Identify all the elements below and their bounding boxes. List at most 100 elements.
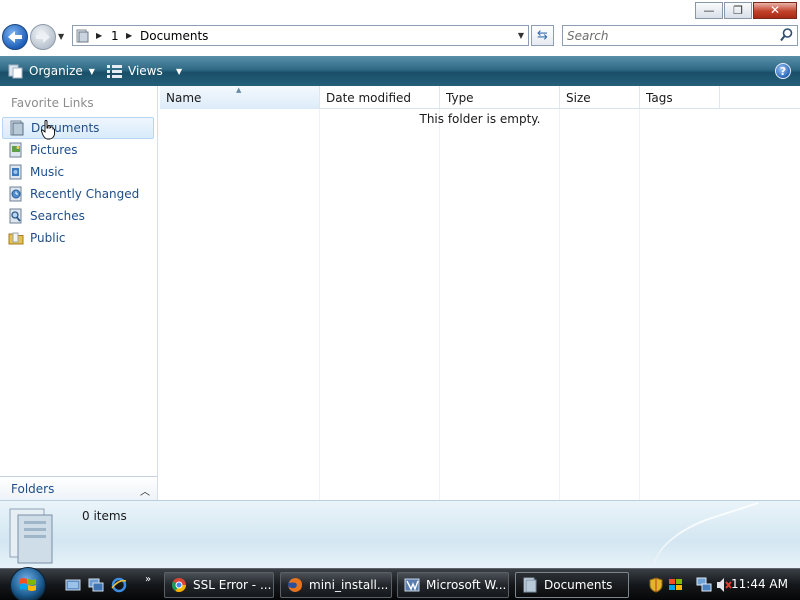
column-divider	[439, 109, 440, 500]
maximize-icon: ❐	[733, 4, 743, 17]
empty-folder-message: This folder is empty.	[419, 112, 541, 126]
taskbar-button-mini-install[interactable]: mini_install...	[280, 572, 392, 598]
nav-item-pictures[interactable]: Pictures	[0, 139, 157, 161]
nav-item-music[interactable]: Music	[0, 161, 157, 183]
hand-cursor-icon	[41, 120, 55, 140]
organize-label: Organize	[29, 64, 83, 78]
column-header-label: Type	[446, 90, 474, 105]
views-button[interactable]: Views	[107, 56, 163, 86]
taskbar-button-label: SSL Error - ...	[193, 578, 272, 592]
taskbar-clock[interactable]: 11:44 AM	[731, 577, 788, 591]
quick-launch-overflow-icon[interactable]: »	[145, 574, 151, 585]
chevron-down-icon: ▼	[176, 66, 183, 76]
chevron-up-icon: ︿	[140, 487, 150, 498]
minimize-button[interactable]: —	[695, 2, 723, 19]
searches-icon	[9, 208, 22, 224]
help-icon: ?	[779, 64, 787, 78]
column-header-size[interactable]: Size	[560, 86, 640, 109]
windows-logo-icon	[20, 578, 36, 591]
minimize-icon: —	[703, 4, 715, 17]
nav-item-label: Recently Changed	[30, 187, 140, 201]
taskbar-button-microsoft-w[interactable]: Microsoft W...	[397, 572, 509, 598]
taskbar-button-label: Microsoft W...	[426, 578, 507, 592]
firefox-icon	[288, 578, 302, 592]
column-header-label: Name	[166, 90, 202, 105]
breadcrumb-1[interactable]: 1	[111, 29, 119, 43]
back-arrow-icon	[8, 31, 22, 43]
forward-button[interactable]	[30, 24, 56, 50]
close-icon: ✕	[769, 3, 781, 17]
search-input[interactable]	[567, 28, 767, 43]
views-dropdown-button[interactable]: ▼	[170, 56, 182, 86]
recently-changed-icon	[9, 186, 22, 202]
details-pane: 0 items	[0, 500, 800, 568]
search-icon[interactable]	[780, 28, 793, 42]
taskbar-button-ssl-error[interactable]: SSL Error - ...	[164, 572, 274, 598]
column-header-type[interactable]: Type	[440, 86, 560, 109]
file-list[interactable]: Name ▲ Date modified Type Size Tags This…	[160, 86, 800, 500]
column-divider	[559, 109, 560, 500]
nav-item-recently-changed[interactable]: Recently Changed	[0, 183, 157, 205]
close-button[interactable]: ✕	[753, 2, 797, 19]
column-header-date-modified[interactable]: Date modified	[320, 86, 440, 109]
switch-windows-icon[interactable]	[88, 577, 104, 593]
organize-icon	[8, 64, 23, 78]
forward-arrow-icon	[36, 31, 50, 43]
breadcrumb-documents[interactable]: Documents	[140, 29, 208, 43]
nav-item-label: Public	[30, 231, 66, 245]
favorite-links-list: Documents Pictures Music Recently Change…	[0, 117, 157, 249]
column-header-label: Size	[566, 90, 591, 105]
help-button[interactable]: ?	[775, 63, 791, 79]
music-icon	[9, 164, 22, 180]
nav-item-public[interactable]: Public	[0, 227, 157, 249]
column-divider	[319, 109, 320, 500]
taskbar-button-documents[interactable]: Documents	[515, 572, 629, 598]
column-header-name[interactable]: Name ▲	[160, 86, 320, 109]
show-desktop-icon[interactable]	[65, 577, 81, 593]
nav-item-searches[interactable]: Searches	[0, 205, 157, 227]
pictures-icon	[9, 142, 22, 158]
window-controls: — ❐ ✕	[695, 2, 797, 19]
network-icon[interactable]	[696, 577, 712, 593]
folders-label: Folders	[11, 481, 55, 496]
column-header-label: Date modified	[326, 90, 412, 105]
chevron-down-icon: ▼	[88, 66, 95, 76]
sort-ascending-icon: ▲	[236, 86, 242, 94]
security-shield-icon[interactable]	[648, 577, 664, 593]
views-icon	[107, 64, 122, 78]
search-box[interactable]	[562, 25, 798, 46]
column-header-label: Tags	[646, 90, 673, 105]
documents-icon	[10, 120, 24, 136]
explorer-window: — ❐ ✕ ▼ ▶ 1 ▶ Documents ▼ ⇆ Search Organ…	[0, 0, 800, 600]
start-button[interactable]	[10, 567, 46, 600]
documents-folder-icon	[9, 508, 53, 564]
folders-toggle[interactable]: Folders ︿	[0, 476, 157, 500]
column-header-tags[interactable]: Tags	[640, 86, 720, 109]
refresh-icon: ⇆	[537, 28, 548, 43]
column-header-row: Name ▲ Date modified Type Size Tags	[160, 86, 800, 109]
folder-location-icon	[76, 29, 89, 43]
nav-item-label: Searches	[30, 209, 85, 223]
taskbar-button-label: mini_install...	[309, 578, 389, 592]
address-bar[interactable]: ▶ 1 ▶ Documents ▼	[72, 25, 529, 46]
column-divider	[639, 109, 640, 500]
public-folder-icon	[8, 232, 24, 245]
volume-muted-icon[interactable]	[716, 577, 732, 593]
breadcrumb-separator-icon[interactable]: ▶	[126, 31, 132, 40]
maximize-button[interactable]: ❐	[724, 2, 752, 19]
address-dropdown-icon[interactable]: ▼	[518, 31, 524, 40]
refresh-button[interactable]: ⇆	[531, 25, 554, 46]
nav-item-label: Pictures	[30, 143, 78, 157]
back-button[interactable]	[2, 24, 28, 50]
internet-explorer-icon[interactable]	[111, 577, 127, 593]
nav-item-label: Music	[30, 165, 65, 179]
folder-icon	[523, 577, 537, 593]
taskbar-button-label: Documents	[544, 578, 613, 592]
command-bar: Organize ▼ Views ▼ ?	[0, 56, 800, 86]
nav-item-documents[interactable]: Documents	[2, 117, 154, 140]
windows-flag-icon[interactable]	[668, 577, 684, 593]
recent-pages-dropdown[interactable]: ▼	[58, 32, 64, 41]
breadcrumb-separator-icon[interactable]: ▶	[96, 31, 102, 40]
details-pane-decoration	[643, 501, 777, 568]
organize-button[interactable]: Organize ▼	[8, 56, 95, 86]
